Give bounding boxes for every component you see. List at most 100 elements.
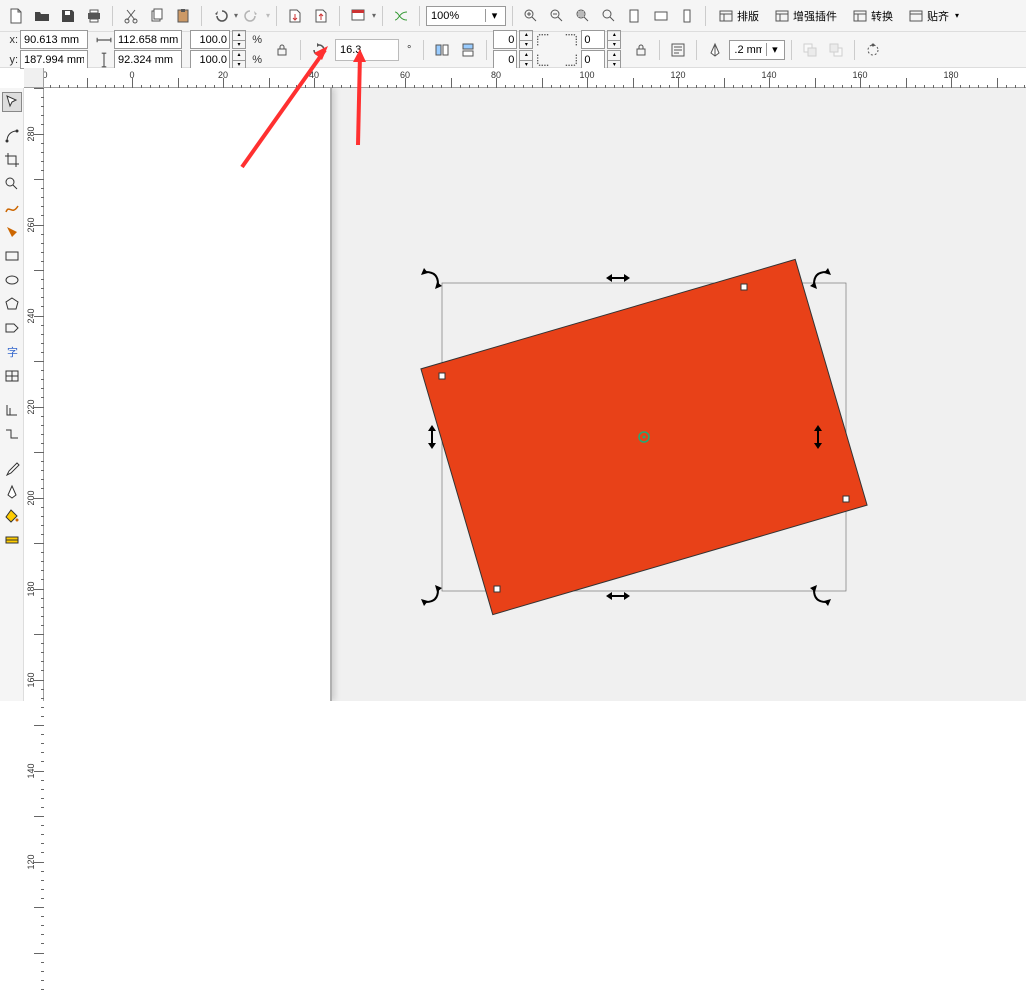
x-position-input[interactable] — [24, 34, 84, 46]
separator — [112, 6, 113, 26]
welcome-icon[interactable] — [389, 4, 413, 28]
skew-handle-left[interactable] — [428, 425, 436, 449]
undo-dropdown-icon[interactable]: ▾ — [234, 11, 238, 20]
corner-br-spinner[interactable]: ▴▾ — [607, 50, 621, 69]
dimension-tool-icon[interactable] — [2, 400, 22, 420]
text-tool-icon[interactable]: 字 — [2, 342, 22, 362]
interactive-fill-tool-icon[interactable] — [2, 530, 22, 550]
skew-handle-bottom[interactable] — [606, 592, 630, 600]
vertical-ruler[interactable]: 280260240220200180160140120 — [24, 88, 44, 701]
percent-y: % — [248, 54, 262, 66]
eyedropper-tool-icon[interactable] — [2, 458, 22, 478]
zoom-height-icon[interactable] — [675, 4, 699, 28]
zoom-out-icon[interactable] — [545, 4, 569, 28]
polygon-tool-icon[interactable] — [2, 294, 22, 314]
zoom-selection-icon[interactable] — [597, 4, 621, 28]
canvas-area[interactable] — [44, 88, 1026, 701]
undo-icon[interactable] — [208, 4, 232, 28]
paste-icon[interactable] — [171, 4, 195, 28]
table-tool-icon[interactable] — [2, 366, 22, 386]
outline-width-input[interactable] — [730, 44, 766, 56]
redo-icon[interactable] — [240, 4, 264, 28]
import-icon[interactable] — [283, 4, 307, 28]
zoom-tool-icon[interactable] — [2, 174, 22, 194]
outline-width-box[interactable]: ▾ — [729, 40, 785, 60]
app-launcher-icon[interactable] — [346, 4, 370, 28]
to-back-icon[interactable] — [824, 38, 848, 62]
crop-tool-icon[interactable] — [2, 150, 22, 170]
corner-lock-icon[interactable] — [629, 38, 653, 62]
bbox-node[interactable] — [843, 496, 849, 502]
plugin-menu[interactable]: 增强插件 — [768, 4, 844, 28]
mirror-v-icon[interactable] — [456, 38, 480, 62]
corner-tr-spinner[interactable]: ▴▾ — [607, 30, 621, 49]
corner-bl-spinner[interactable]: ▴▾ — [519, 50, 533, 69]
ellipse-tool-icon[interactable] — [2, 270, 22, 290]
zoom-width-icon[interactable] — [649, 4, 673, 28]
corner-tl-spinner[interactable]: ▴▾ — [519, 30, 533, 49]
pick-tool-icon[interactable] — [2, 92, 22, 112]
zoom-level-box[interactable]: ▾ — [426, 6, 506, 26]
to-front-icon[interactable] — [798, 38, 822, 62]
horizontal-ruler[interactable]: -20020406080100120140160180200 — [24, 68, 1026, 88]
separator — [512, 6, 513, 26]
scale-group: ▴▾% ▴▾% — [190, 30, 262, 69]
corner-tl-input[interactable] — [493, 30, 517, 49]
rotate-handle-tr[interactable] — [810, 268, 831, 289]
open-icon[interactable] — [30, 4, 54, 28]
outline-dropdown-icon[interactable]: ▾ — [766, 43, 782, 56]
smart-fill-tool-icon[interactable] — [2, 222, 22, 242]
app-dropdown-icon[interactable]: ▾ — [372, 11, 376, 20]
scale-y-spinner[interactable]: ▴▾ — [232, 50, 246, 69]
scale-y-input[interactable] — [190, 50, 230, 69]
bbox-node[interactable] — [741, 284, 747, 290]
zoom-page-icon[interactable] — [623, 4, 647, 28]
new-icon[interactable] — [4, 4, 28, 28]
fill-tool-icon[interactable] — [2, 506, 22, 526]
outline-pen-icon[interactable] — [703, 38, 727, 62]
rotate-handle-bl[interactable] — [421, 585, 442, 606]
layout-menu[interactable]: 排版 — [712, 4, 766, 28]
zoom-in-icon[interactable] — [519, 4, 543, 28]
cut-icon[interactable] — [119, 4, 143, 28]
bbox-node[interactable] — [494, 586, 500, 592]
freehand-tool-icon[interactable] — [2, 198, 22, 218]
outline-tool-icon[interactable] — [2, 482, 22, 502]
scale-x-input[interactable] — [190, 30, 230, 49]
rotation-input[interactable] — [336, 44, 376, 56]
width-input[interactable] — [118, 34, 178, 46]
rotate-handle-br[interactable] — [810, 585, 831, 606]
height-input[interactable] — [118, 54, 178, 66]
rotate-handle-tl[interactable] — [421, 268, 442, 289]
lock-ratio-icon[interactable] — [270, 38, 294, 62]
y-position-input[interactable] — [24, 54, 84, 66]
skew-handle-top[interactable] — [606, 274, 630, 282]
basic-shapes-tool-icon[interactable] — [2, 318, 22, 338]
convert-menu[interactable]: 转换 — [846, 4, 900, 28]
zoom-fit-icon[interactable] — [571, 4, 595, 28]
print-icon[interactable] — [82, 4, 106, 28]
bbox-node[interactable] — [439, 373, 445, 379]
export-icon[interactable] — [309, 4, 333, 28]
copy-icon[interactable] — [145, 4, 169, 28]
rotation-box[interactable] — [335, 39, 399, 61]
zoom-dropdown-icon[interactable]: ▾ — [485, 9, 503, 22]
save-icon[interactable] — [56, 4, 80, 28]
zoom-input[interactable] — [427, 10, 485, 22]
shape-tool-icon[interactable] — [2, 126, 22, 146]
width-icon — [96, 32, 112, 48]
degree-label: ° — [401, 44, 417, 56]
corner-bl-input[interactable] — [493, 50, 517, 69]
scale-x-spinner[interactable]: ▴▾ — [232, 30, 246, 49]
position-group: x: y: — [4, 30, 88, 69]
convert-curves-icon[interactable] — [861, 38, 885, 62]
height-icon — [96, 52, 112, 68]
rectangle-tool-icon[interactable] — [2, 246, 22, 266]
connector-tool-icon[interactable] — [2, 424, 22, 444]
corner-tr-input[interactable] — [581, 30, 605, 49]
rotation-icon[interactable] — [307, 38, 331, 62]
snap-menu[interactable]: 贴齐▾ — [902, 4, 966, 28]
wrap-text-icon[interactable] — [666, 38, 690, 62]
corner-br-input[interactable] — [581, 50, 605, 69]
mirror-h-icon[interactable] — [430, 38, 454, 62]
